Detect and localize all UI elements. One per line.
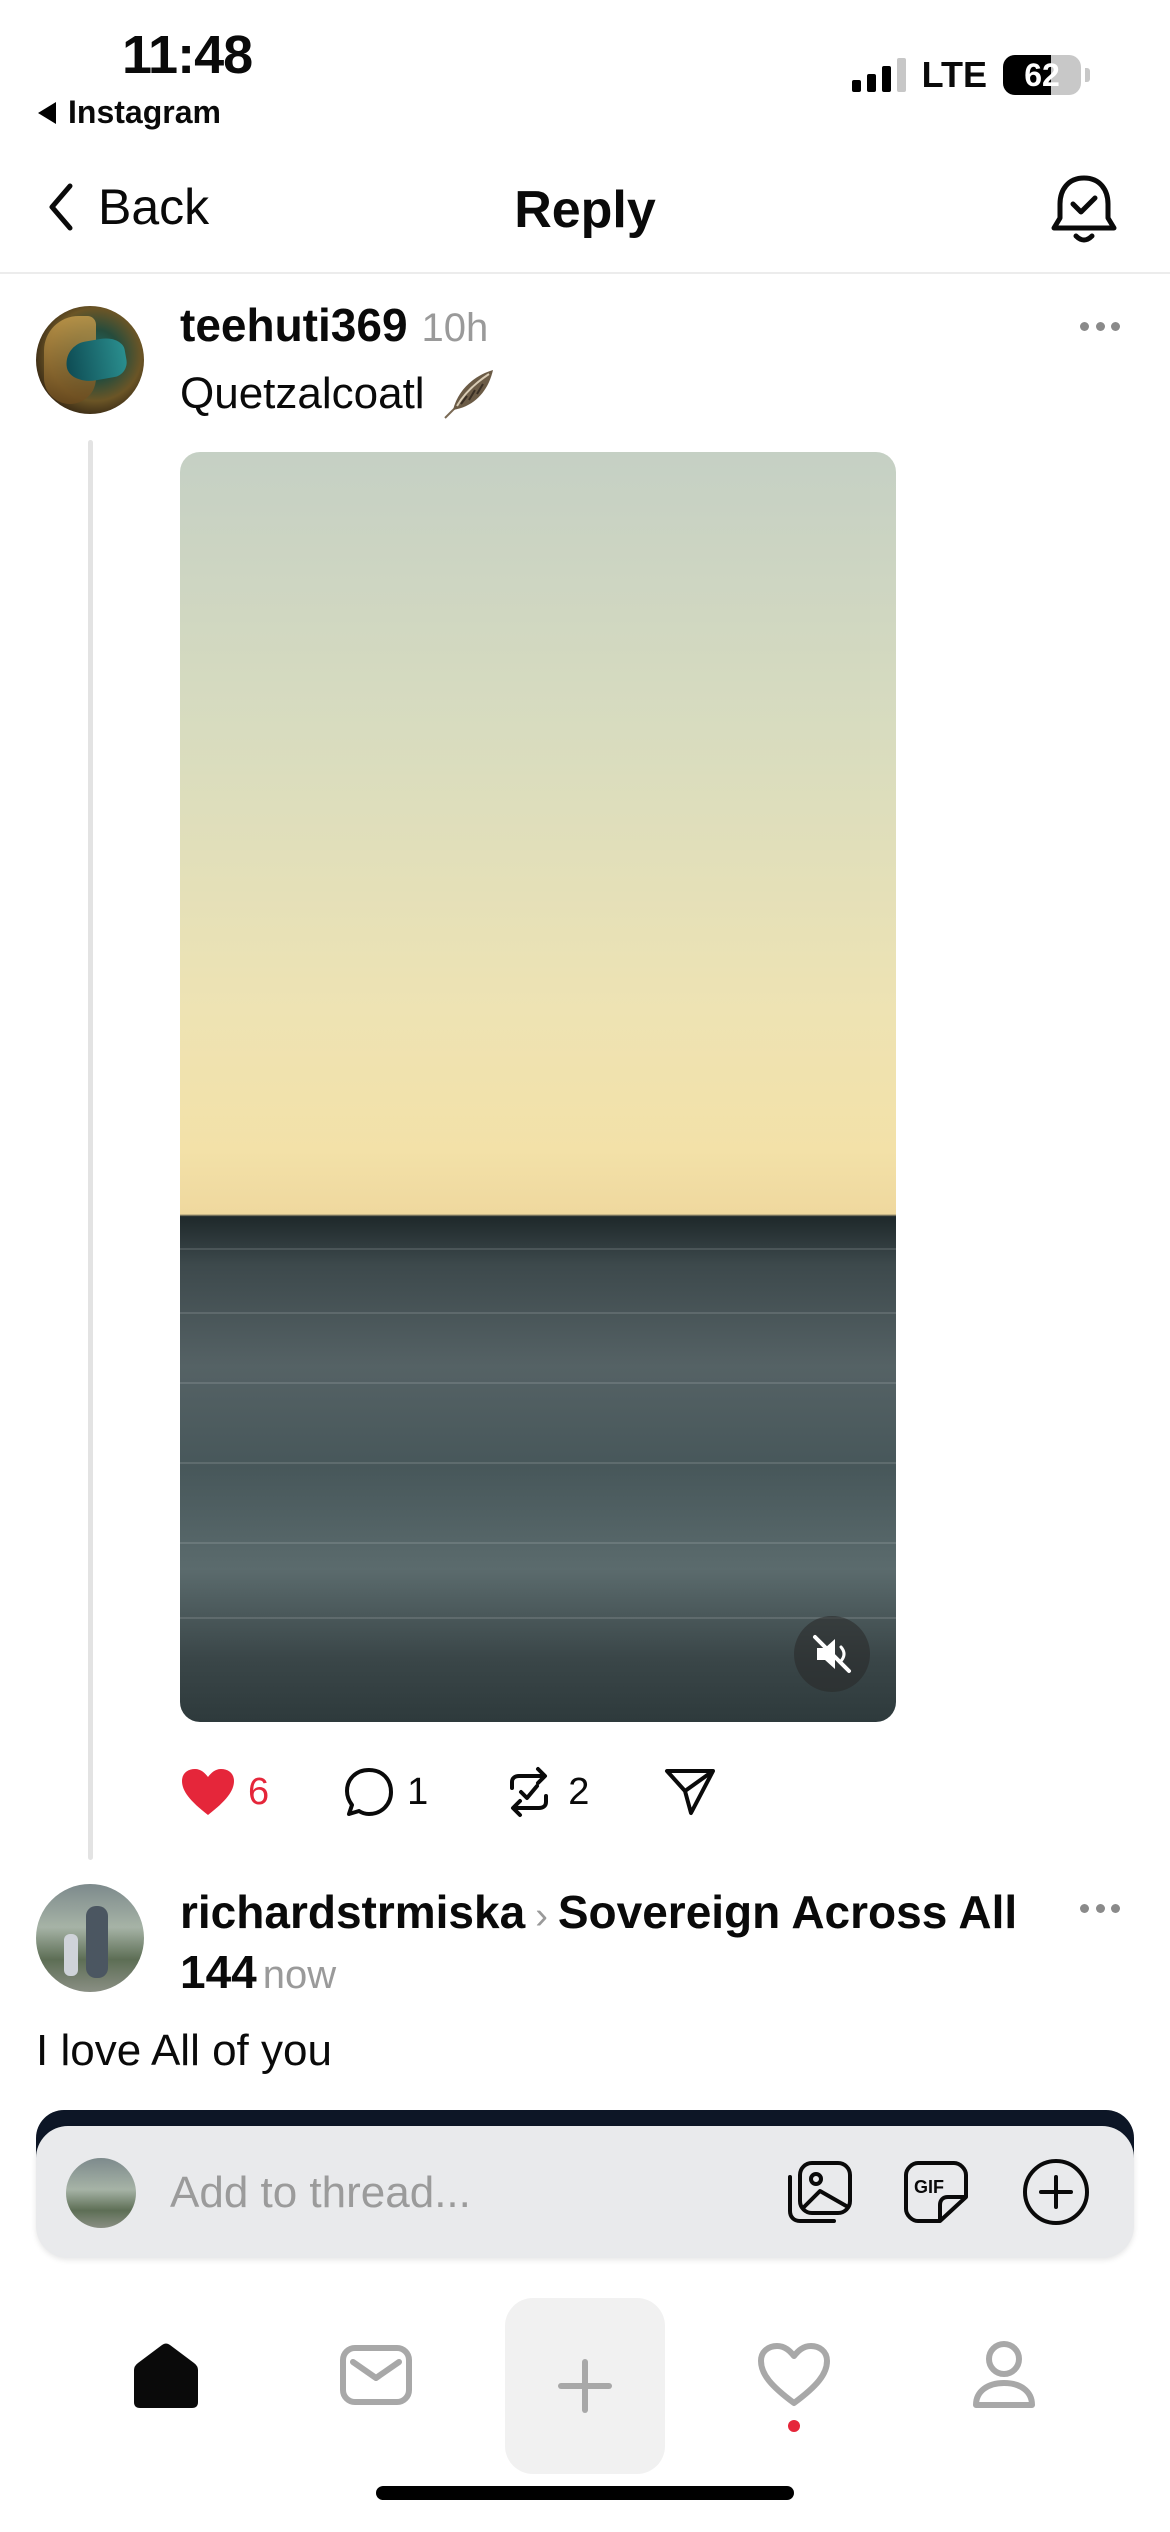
back-triangle-icon xyxy=(38,101,56,124)
reply-header: richardstrmiska › Sovereign Across All 144… xyxy=(180,1884,1040,2003)
network-type: LTE xyxy=(921,54,987,95)
thread-line xyxy=(88,440,93,1860)
status-indicators: LTE 62 xyxy=(851,54,1090,96)
comment-button[interactable]: 1 xyxy=(343,1766,428,1818)
add-button[interactable] xyxy=(1018,2154,1094,2230)
tab-create[interactable] xyxy=(505,2298,665,2474)
reply-username[interactable]: richardstrmiska xyxy=(180,1886,525,1938)
post-more-icon[interactable] xyxy=(1080,322,1120,334)
repost-button[interactable]: 2 xyxy=(502,1766,589,1818)
repost-icon xyxy=(510,1767,549,1817)
status-time: 11:48 xyxy=(122,25,253,85)
reply-text: I love All of you xyxy=(36,2026,332,2075)
comment-count: 1 xyxy=(407,1770,429,1813)
status-bar: 11:48 Instagram LTE 62 xyxy=(0,0,1170,140)
svg-text:GIF: GIF xyxy=(914,2177,944,2197)
nav-header: Back Reply xyxy=(0,150,1170,274)
mute-icon xyxy=(813,1635,851,1673)
post-header: teehuti369 10h xyxy=(180,298,488,352)
repost-count: 2 xyxy=(568,1770,590,1813)
mute-button[interactable] xyxy=(794,1616,870,1692)
thread-input[interactable] xyxy=(170,2168,730,2218)
gif-button[interactable]: GIF xyxy=(898,2154,974,2230)
post-actions: 6 1 2 xyxy=(180,1766,791,1818)
plus-icon xyxy=(558,2359,612,2413)
reply-more-icon[interactable] xyxy=(1080,1904,1120,1916)
post-author-avatar[interactable] xyxy=(36,306,144,414)
tab-profile[interactable] xyxy=(924,2290,1084,2460)
share-icon xyxy=(665,1769,716,1815)
image-button[interactable] xyxy=(782,2154,858,2230)
tab-home[interactable] xyxy=(86,2290,246,2460)
post-time: 10h xyxy=(421,306,489,350)
post-text: Quetzalcoatl xyxy=(180,369,425,418)
composer-avatar xyxy=(66,2158,136,2228)
profile-icon xyxy=(973,2341,1035,2408)
reply-author-avatar[interactable] xyxy=(36,1884,144,1992)
tab-bar xyxy=(0,2290,1170,2474)
inbox-icon xyxy=(340,2345,412,2405)
chevron-right-icon: › xyxy=(535,1895,548,1937)
composer-bar: GIF xyxy=(36,2126,1134,2258)
post-text-row: Quetzalcoatl xyxy=(180,366,499,422)
page-title: Reply xyxy=(514,181,656,239)
comment-icon xyxy=(345,1768,394,1816)
share-button[interactable] xyxy=(663,1767,717,1817)
like-count: 6 xyxy=(248,1770,270,1813)
reply-time: now xyxy=(262,1953,337,1997)
heart-icon xyxy=(182,1769,234,1815)
bell-check-icon[interactable] xyxy=(1048,172,1120,248)
back-app-label: Instagram xyxy=(68,94,221,130)
tab-inbox[interactable] xyxy=(296,2290,456,2460)
signal-icon xyxy=(851,58,906,92)
gif-icon: GIF xyxy=(904,2161,968,2223)
battery-icon: 62 xyxy=(1003,55,1081,95)
like-button[interactable]: 6 xyxy=(180,1767,269,1817)
image-icon xyxy=(788,2161,852,2223)
post-username[interactable]: teehuti369 xyxy=(180,298,408,352)
battery-percent: 62 xyxy=(1024,57,1060,93)
post-video[interactable] xyxy=(180,452,896,1722)
add-circle-icon xyxy=(1023,2159,1089,2225)
battery-cap xyxy=(1085,68,1090,82)
feather-icon xyxy=(443,370,493,419)
home-icon xyxy=(134,2343,198,2408)
heart-icon xyxy=(758,2343,830,2406)
back-to-app-link[interactable]: Instagram xyxy=(38,94,221,131)
home-indicator xyxy=(376,2486,794,2500)
activity-notification-dot xyxy=(788,2420,800,2432)
tab-activity[interactable] xyxy=(714,2290,874,2460)
